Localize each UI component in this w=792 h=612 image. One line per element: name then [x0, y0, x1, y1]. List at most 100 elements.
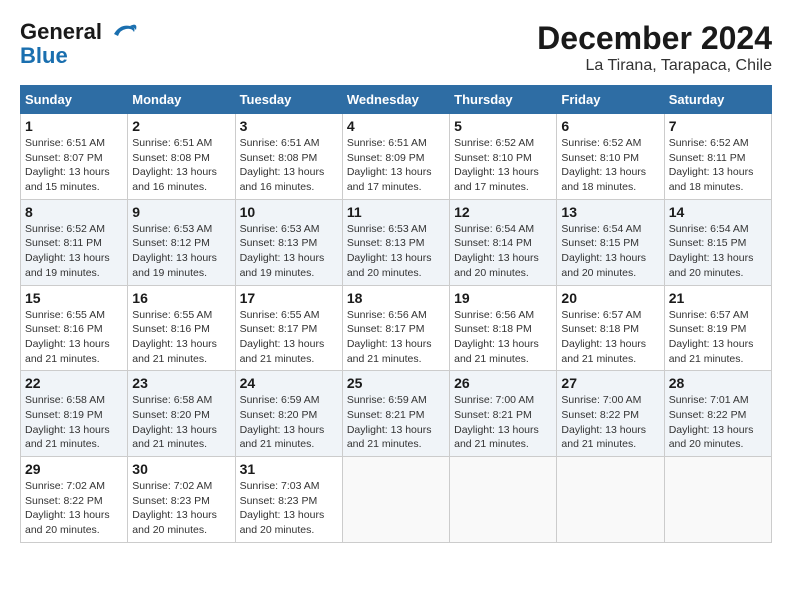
header-tuesday: Tuesday [235, 86, 342, 114]
day-number: 16 [132, 290, 230, 306]
day-number: 29 [25, 461, 123, 477]
calendar-cell [342, 457, 449, 543]
day-info: Sunrise: 6:51 AMSunset: 8:08 PMDaylight:… [240, 137, 325, 193]
calendar-cell: 21 Sunrise: 6:57 AMSunset: 8:19 PMDaylig… [664, 285, 771, 371]
calendar-cell: 31 Sunrise: 7:03 AMSunset: 8:23 PMDaylig… [235, 457, 342, 543]
day-number: 12 [454, 204, 552, 220]
day-number: 10 [240, 204, 338, 220]
calendar-cell: 4 Sunrise: 6:51 AMSunset: 8:09 PMDayligh… [342, 114, 449, 200]
calendar-cell [664, 457, 771, 543]
calendar-cell: 10 Sunrise: 6:53 AMSunset: 8:13 PMDaylig… [235, 199, 342, 285]
calendar-cell: 7 Sunrise: 6:52 AMSunset: 8:11 PMDayligh… [664, 114, 771, 200]
day-info: Sunrise: 6:57 AMSunset: 8:18 PMDaylight:… [561, 309, 646, 365]
calendar-cell: 1 Sunrise: 6:51 AMSunset: 8:07 PMDayligh… [21, 114, 128, 200]
day-info: Sunrise: 7:03 AMSunset: 8:23 PMDaylight:… [240, 480, 325, 536]
calendar-cell: 24 Sunrise: 6:59 AMSunset: 8:20 PMDaylig… [235, 371, 342, 457]
calendar-cell: 6 Sunrise: 6:52 AMSunset: 8:10 PMDayligh… [557, 114, 664, 200]
calendar-cell: 30 Sunrise: 7:02 AMSunset: 8:23 PMDaylig… [128, 457, 235, 543]
calendar-table: SundayMondayTuesdayWednesdayThursdayFrid… [20, 85, 772, 543]
day-info: Sunrise: 6:52 AMSunset: 8:11 PMDaylight:… [25, 223, 110, 279]
day-number: 5 [454, 118, 552, 134]
calendar-cell [557, 457, 664, 543]
day-info: Sunrise: 7:02 AMSunset: 8:22 PMDaylight:… [25, 480, 110, 536]
calendar-cell: 17 Sunrise: 6:55 AMSunset: 8:17 PMDaylig… [235, 285, 342, 371]
day-number: 11 [347, 204, 445, 220]
day-number: 19 [454, 290, 552, 306]
day-number: 25 [347, 375, 445, 391]
day-number: 7 [669, 118, 767, 134]
calendar-cell: 18 Sunrise: 6:56 AMSunset: 8:17 PMDaylig… [342, 285, 449, 371]
title-block: December 2024 La Tirana, Tarapaca, Chile [537, 20, 772, 75]
header-saturday: Saturday [664, 86, 771, 114]
day-number: 24 [240, 375, 338, 391]
day-number: 22 [25, 375, 123, 391]
day-number: 27 [561, 375, 659, 391]
day-info: Sunrise: 6:55 AMSunset: 8:17 PMDaylight:… [240, 309, 325, 365]
day-info: Sunrise: 6:51 AMSunset: 8:09 PMDaylight:… [347, 137, 432, 193]
day-info: Sunrise: 6:59 AMSunset: 8:21 PMDaylight:… [347, 394, 432, 450]
header-monday: Monday [128, 86, 235, 114]
day-number: 20 [561, 290, 659, 306]
calendar-subtitle: La Tirana, Tarapaca, Chile [537, 57, 772, 75]
day-info: Sunrise: 7:01 AMSunset: 8:22 PMDaylight:… [669, 394, 754, 450]
day-info: Sunrise: 6:51 AMSunset: 8:08 PMDaylight:… [132, 137, 217, 193]
calendar-cell: 22 Sunrise: 6:58 AMSunset: 8:19 PMDaylig… [21, 371, 128, 457]
week-row-1: 1 Sunrise: 6:51 AMSunset: 8:07 PMDayligh… [21, 114, 772, 200]
calendar-cell: 16 Sunrise: 6:55 AMSunset: 8:16 PMDaylig… [128, 285, 235, 371]
day-info: Sunrise: 6:58 AMSunset: 8:19 PMDaylight:… [25, 394, 110, 450]
calendar-cell: 26 Sunrise: 7:00 AMSunset: 8:21 PMDaylig… [450, 371, 557, 457]
day-info: Sunrise: 6:57 AMSunset: 8:19 PMDaylight:… [669, 309, 754, 365]
page-header: General Blue December 2024 La Tirana, Ta… [20, 20, 772, 75]
day-number: 28 [669, 375, 767, 391]
header-sunday: Sunday [21, 86, 128, 114]
day-info: Sunrise: 6:56 AMSunset: 8:17 PMDaylight:… [347, 309, 432, 365]
header-friday: Friday [557, 86, 664, 114]
calendar-cell: 28 Sunrise: 7:01 AMSunset: 8:22 PMDaylig… [664, 371, 771, 457]
day-number: 17 [240, 290, 338, 306]
week-row-2: 8 Sunrise: 6:52 AMSunset: 8:11 PMDayligh… [21, 199, 772, 285]
week-row-5: 29 Sunrise: 7:02 AMSunset: 8:22 PMDaylig… [21, 457, 772, 543]
calendar-cell: 13 Sunrise: 6:54 AMSunset: 8:15 PMDaylig… [557, 199, 664, 285]
calendar-cell: 8 Sunrise: 6:52 AMSunset: 8:11 PMDayligh… [21, 199, 128, 285]
calendar-cell: 15 Sunrise: 6:55 AMSunset: 8:16 PMDaylig… [21, 285, 128, 371]
calendar-cell: 3 Sunrise: 6:51 AMSunset: 8:08 PMDayligh… [235, 114, 342, 200]
day-number: 3 [240, 118, 338, 134]
week-row-4: 22 Sunrise: 6:58 AMSunset: 8:19 PMDaylig… [21, 371, 772, 457]
day-info: Sunrise: 6:51 AMSunset: 8:07 PMDaylight:… [25, 137, 110, 193]
day-number: 26 [454, 375, 552, 391]
day-info: Sunrise: 6:52 AMSunset: 8:10 PMDaylight:… [454, 137, 539, 193]
header-thursday: Thursday [450, 86, 557, 114]
day-number: 30 [132, 461, 230, 477]
day-number: 14 [669, 204, 767, 220]
day-info: Sunrise: 6:52 AMSunset: 8:11 PMDaylight:… [669, 137, 754, 193]
calendar-cell: 29 Sunrise: 7:02 AMSunset: 8:22 PMDaylig… [21, 457, 128, 543]
calendar-cell: 23 Sunrise: 6:58 AMSunset: 8:20 PMDaylig… [128, 371, 235, 457]
day-info: Sunrise: 6:55 AMSunset: 8:16 PMDaylight:… [25, 309, 110, 365]
calendar-cell: 9 Sunrise: 6:53 AMSunset: 8:12 PMDayligh… [128, 199, 235, 285]
calendar-cell: 27 Sunrise: 7:00 AMSunset: 8:22 PMDaylig… [557, 371, 664, 457]
calendar-cell: 12 Sunrise: 6:54 AMSunset: 8:14 PMDaylig… [450, 199, 557, 285]
day-info: Sunrise: 6:59 AMSunset: 8:20 PMDaylight:… [240, 394, 325, 450]
calendar-cell: 14 Sunrise: 6:54 AMSunset: 8:15 PMDaylig… [664, 199, 771, 285]
week-row-3: 15 Sunrise: 6:55 AMSunset: 8:16 PMDaylig… [21, 285, 772, 371]
header-wednesday: Wednesday [342, 86, 449, 114]
day-number: 21 [669, 290, 767, 306]
day-info: Sunrise: 6:52 AMSunset: 8:10 PMDaylight:… [561, 137, 646, 193]
calendar-cell [450, 457, 557, 543]
day-number: 1 [25, 118, 123, 134]
calendar-cell: 5 Sunrise: 6:52 AMSunset: 8:10 PMDayligh… [450, 114, 557, 200]
day-number: 8 [25, 204, 123, 220]
calendar-cell: 11 Sunrise: 6:53 AMSunset: 8:13 PMDaylig… [342, 199, 449, 285]
day-number: 15 [25, 290, 123, 306]
day-number: 4 [347, 118, 445, 134]
day-info: Sunrise: 7:00 AMSunset: 8:22 PMDaylight:… [561, 394, 646, 450]
day-info: Sunrise: 6:54 AMSunset: 8:14 PMDaylight:… [454, 223, 539, 279]
day-info: Sunrise: 6:58 AMSunset: 8:20 PMDaylight:… [132, 394, 217, 450]
calendar-cell: 20 Sunrise: 6:57 AMSunset: 8:18 PMDaylig… [557, 285, 664, 371]
calendar-cell: 2 Sunrise: 6:51 AMSunset: 8:08 PMDayligh… [128, 114, 235, 200]
day-number: 13 [561, 204, 659, 220]
logo: General Blue [20, 20, 138, 68]
day-info: Sunrise: 6:56 AMSunset: 8:18 PMDaylight:… [454, 309, 539, 365]
day-info: Sunrise: 6:55 AMSunset: 8:16 PMDaylight:… [132, 309, 217, 365]
day-info: Sunrise: 6:53 AMSunset: 8:13 PMDaylight:… [347, 223, 432, 279]
